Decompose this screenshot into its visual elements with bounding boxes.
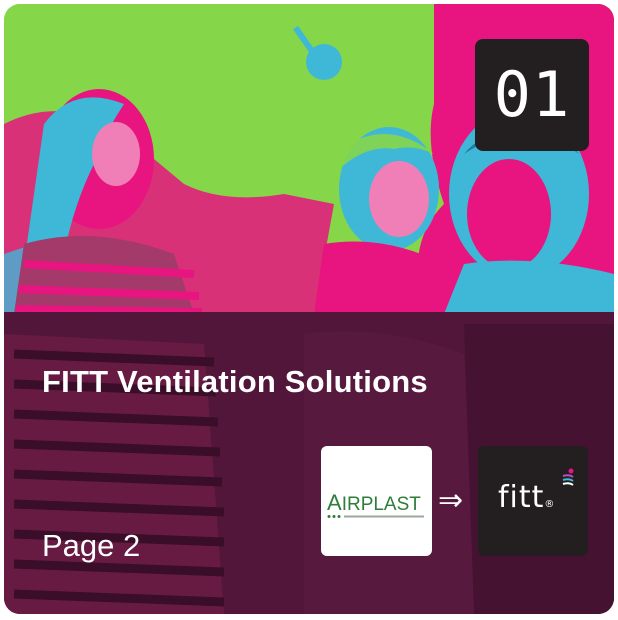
airplast-wordmark: AIRPLAST [327,490,421,515]
card-title[interactable]: FITT Ventilation Solutions [42,364,428,400]
fitt-swoosh-icon [562,468,574,486]
airplast-tagline-dots [327,515,424,518]
content-card[interactable]: 01 FITT Ventilation Solutions Page 2 AIR… [4,4,614,614]
airplast-logo: AIRPLAST [321,446,432,556]
double-right-arrow-icon: ⇒ [438,483,464,518]
fitt-wordmark: fitt® [498,480,556,515]
page-label: Page 2 [42,528,141,563]
fitt-logo: fitt® [478,446,588,556]
number-badge: 01 [475,39,589,151]
